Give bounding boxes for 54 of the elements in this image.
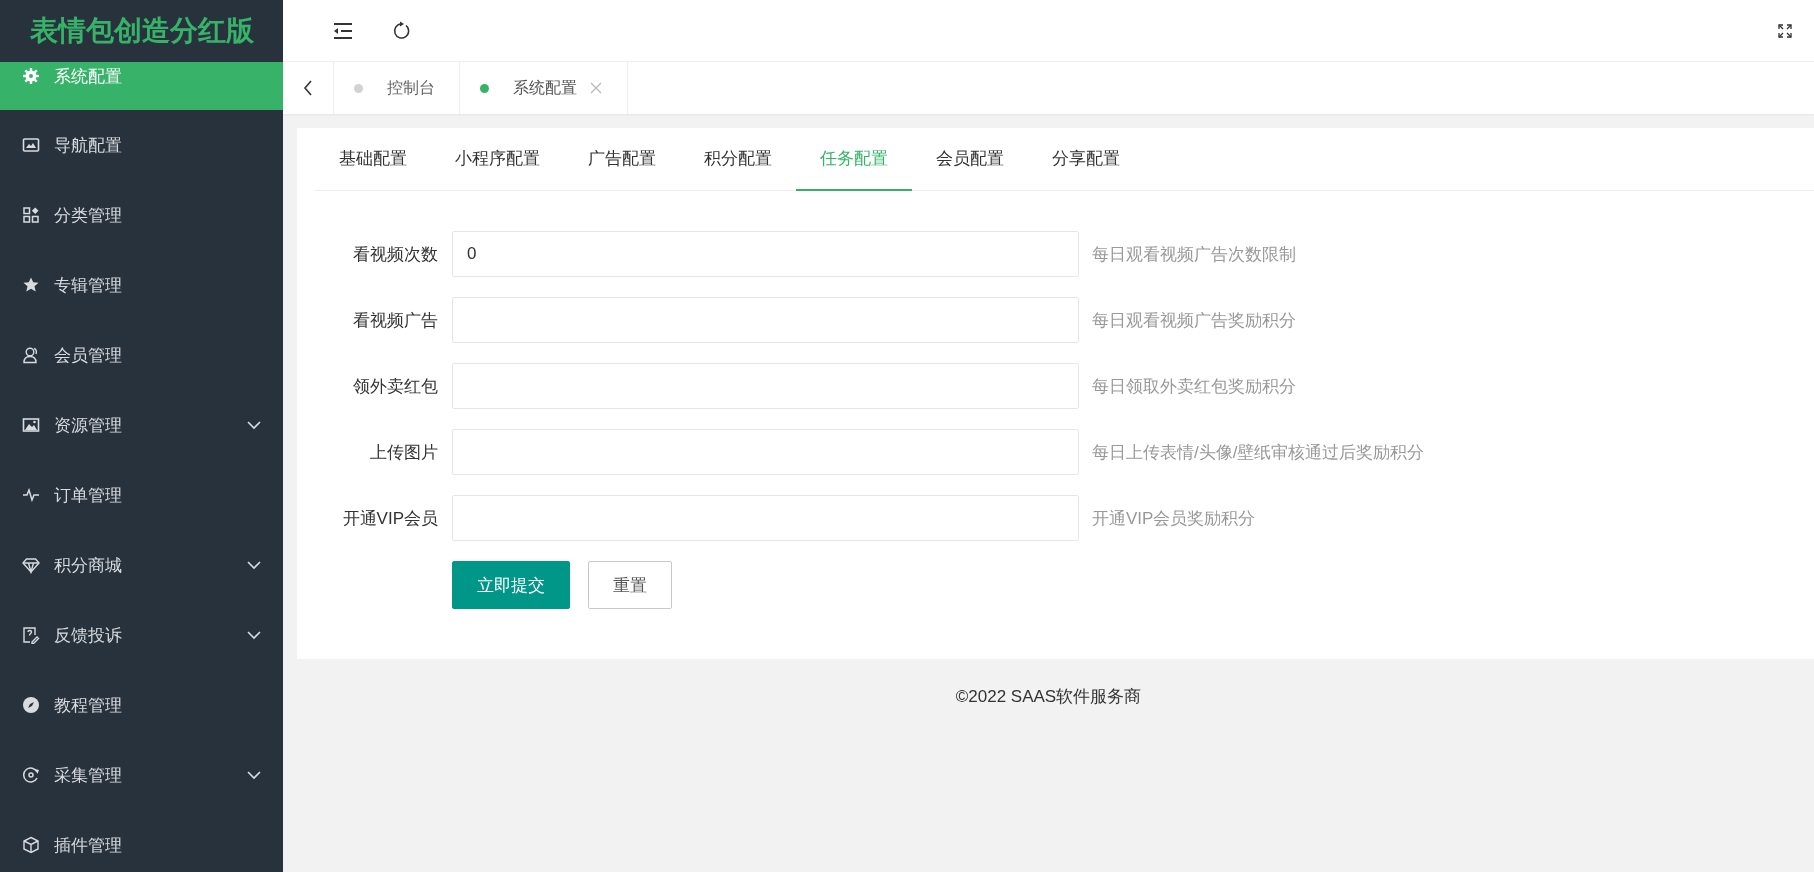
field-label: 领外卖红包 [352,375,439,398]
user-icon [22,346,40,364]
close-icon[interactable] [589,81,603,95]
field-label: 开通VIP会员 [341,507,439,530]
footer-copyright: ©2022 SAAS软件服务商 [955,686,1142,708]
diamond-icon [22,556,40,574]
sidebar-item[interactable]: 专辑管理 [0,250,283,320]
sidebar-item[interactable]: 反馈投诉 [0,600,283,670]
refresh-icon[interactable] [391,20,411,41]
gear-icon [22,67,40,85]
field-hint: 每日观看视频广告次数限制 [1092,243,1296,266]
sidebar-item[interactable]: 订单管理 [0,460,283,530]
input-field[interactable]: 0 [452,231,1079,277]
reset-button[interactable]: 重置 [588,561,672,609]
config-tab[interactable]: 积分配置 [680,128,796,191]
sidebar-item[interactable]: 插件管理 [0,810,283,872]
field-label: 看视频次数 [352,243,439,266]
config-tab[interactable]: 基础配置 [315,128,431,191]
input-field[interactable] [452,297,1079,343]
fullscreen-icon[interactable] [1778,23,1792,38]
sidebar-item[interactable]: 导航配置 [0,110,283,180]
field-label: 看视频广告 [352,309,439,332]
field-hint: 开通VIP会员奖励积分 [1092,507,1256,530]
picture-frame-icon [22,136,40,154]
field-label: 上传图片 [369,441,439,464]
config-tab[interactable]: 会员配置 [912,128,1028,191]
sidebar-item[interactable]: 会员管理 [0,320,283,390]
sidebar-item[interactable]: 采集管理 [0,740,283,810]
pulse-icon [22,486,40,504]
page-tab[interactable]: 系统配置 [460,62,628,114]
input-field[interactable] [452,495,1079,541]
field-hint: 每日观看视频广告奖励积分 [1092,309,1296,332]
sidebar-item[interactable]: 资源管理 [0,390,283,460]
app-logo-title: 表情包创造分红版 [29,14,254,48]
input-field[interactable] [452,363,1079,409]
field-hint: 每日上传表情/头像/壁纸审核通过后奖励积分 [1092,441,1425,464]
refresh-cycle-icon [22,766,40,784]
sidebar-item[interactable]: 教程管理 [0,670,283,740]
feedback-icon [22,626,40,644]
menu-collapse-icon[interactable] [333,21,353,40]
image-icon [22,416,40,434]
submit-button[interactable]: 立即提交 [452,561,570,609]
config-tab[interactable]: 小程序配置 [431,128,564,191]
star-icon [22,276,40,294]
sidebar-item[interactable]: 积分商城 [0,530,283,600]
cube-icon [22,836,40,854]
page-tab[interactable]: 控制台 [334,62,460,114]
field-hint: 每日领取外卖红包奖励积分 [1092,375,1296,398]
config-tab[interactable]: 分享配置 [1028,128,1144,191]
grid-icon [22,206,40,224]
input-field[interactable] [452,429,1079,475]
compass-icon [22,696,40,714]
config-tab[interactable]: 广告配置 [564,128,680,191]
sidebar-item[interactable]: 分类管理 [0,180,283,250]
